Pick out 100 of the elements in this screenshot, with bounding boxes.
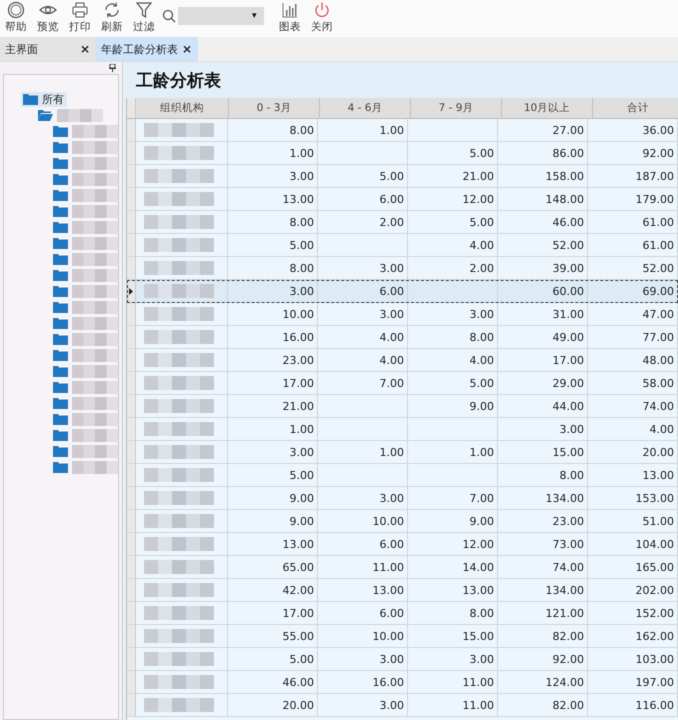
redaction-mosaic [72,460,118,474]
table-row[interactable]: 5.00 4.00 52.00 61.00 [127,234,678,257]
table-row[interactable]: 5.00 3.00 3.00 92.00 103.00 [127,648,678,671]
table-cell: 9.00 [470,400,494,412]
table-cell: 116.00 [636,698,674,712]
table-row[interactable]: 10.00 3.00 3.00 31.00 47.00 [127,303,678,326]
row-header-cell[interactable] [127,211,136,233]
close-icon[interactable]: × [80,42,90,56]
table-row[interactable]: 13.00 6.00 12.00 148.00 179.00 [127,188,678,211]
table-cell: 202.00 [636,584,674,596]
table-row[interactable]: 23.00 4.00 4.00 17.00 48.00 [127,349,678,372]
table-row[interactable]: 16.00 4.00 8.00 49.00 77.00 [127,326,678,349]
tab[interactable]: 主界面 × [0,37,96,61]
row-header-cell[interactable] [127,280,136,302]
row-header-cell[interactable] [127,510,136,532]
table-cell: 15.00 [552,446,584,458]
redaction-mosaic [72,284,118,298]
redaction-mosaic [144,652,214,666]
search-field[interactable]: ▾ [178,7,264,25]
row-header-cell[interactable] [127,119,136,141]
toolbar-button[interactable]: 关闭 [308,0,336,34]
table-cell: 134.00 [546,584,584,596]
row-header-cell[interactable] [127,694,136,716]
row-header-cell[interactable] [127,372,136,394]
row-header-cell[interactable] [127,165,136,187]
row-header-cell[interactable] [127,349,136,371]
table-cell: 5.00 [470,146,494,160]
row-header-cell[interactable] [127,188,136,210]
table-cell: 92.00 [552,652,584,666]
table-row[interactable]: 3.00 1.00 1.00 15.00 20.00 [127,441,678,464]
close-icon[interactable]: × [182,42,192,56]
table-row[interactable]: 9.00 10.00 9.00 23.00 51.00 [127,510,678,533]
table-row[interactable]: 1.00 5.00 86.00 92.00 [127,142,678,165]
column-header[interactable]: 7 - 9月 [411,98,502,118]
redaction-mosaic [57,108,103,122]
row-header-cell[interactable] [127,533,136,555]
table-row[interactable]: 17.00 6.00 8.00 121.00 152.00 [127,602,678,625]
table-row[interactable]: 9.00 3.00 7.00 134.00 153.00 [127,487,678,510]
tree-item[interactable]: 所有 [21,92,67,106]
row-header-cell[interactable] [127,556,136,578]
table-row[interactable]: 3.00 5.00 21.00 158.00 187.00 [127,165,678,188]
column-header[interactable]: 0 - 3月 [229,98,320,118]
redaction-mosaic [72,140,118,154]
table-row[interactable]: 8.00 2.00 5.00 46.00 61.00 [127,211,678,234]
row-header-cell[interactable] [127,326,136,348]
redaction-mosaic [144,445,214,459]
toolbar-button[interactable]: 图表 [276,0,304,34]
row-header-cell[interactable] [127,602,136,624]
table-cell: 1.00 [380,124,404,136]
redaction-mosaic [144,422,214,436]
row-header-cell[interactable] [127,418,136,440]
table-cell: 5.00 [380,170,404,182]
table-row[interactable]: 3.00 6.00 60.00 69.00 [127,280,678,303]
row-header-cell[interactable] [127,487,136,509]
toolbar-button[interactable]: 打印 [66,0,94,34]
row-header-cell[interactable] [127,257,136,279]
redaction-mosaic [144,123,214,137]
table-cell: 20.00 [282,698,314,712]
table-row[interactable]: 1.00 3.00 4.00 [127,418,678,441]
table-cell: 36.00 [642,124,674,136]
column-header[interactable]: 4 - 6月 [320,98,411,118]
table-cell: 15.00 [462,630,494,642]
row-header-cell[interactable] [127,671,136,693]
table-row[interactable]: 5.00 8.00 13.00 [127,464,678,487]
row-header-cell[interactable] [127,395,136,417]
row-header-cell[interactable] [127,142,136,164]
table-row[interactable]: 8.00 1.00 27.00 36.00 [127,119,678,142]
row-header-cell[interactable] [127,625,136,647]
table-cell: 5.00 [470,216,494,228]
dropdown-arrow[interactable]: ▾ [252,11,257,21]
pin-icon[interactable] [109,64,116,72]
tab[interactable]: 年龄工龄分析表 × [96,37,198,61]
column-header[interactable]: 合计 [593,98,678,118]
toolbar-button[interactable]: 预览 [34,0,62,34]
table-row[interactable]: 46.00 16.00 11.00 124.00 197.00 [127,671,678,694]
column-header[interactable]: 10月以上 [502,98,593,118]
row-header-cell[interactable] [127,441,136,463]
toolbar-button[interactable]: 过滤 [130,0,158,34]
table-row[interactable]: 42.00 13.00 13.00 134.00 202.00 [127,579,678,602]
redaction-mosaic [144,169,214,183]
toolbar-button[interactable]: 帮助 [2,0,30,34]
table-cell: 8.00 [290,262,314,274]
toolbar-button[interactable]: 刷新 [98,0,126,34]
table-cell: 10.00 [372,514,404,528]
table-row[interactable]: 55.00 10.00 15.00 82.00 162.00 [127,625,678,648]
refresh-icon [103,1,121,19]
redaction-mosaic [72,172,118,186]
row-header-cell[interactable] [127,648,136,670]
redaction-mosaic [72,236,118,250]
table-row[interactable]: 17.00 7.00 5.00 29.00 58.00 [127,372,678,395]
table-row[interactable]: 13.00 6.00 12.00 73.00 104.00 [127,533,678,556]
row-header-cell[interactable] [127,234,136,256]
row-header-cell[interactable] [127,303,136,325]
redaction-mosaic [144,261,214,275]
table-row[interactable]: 65.00 11.00 14.00 74.00 165.00 [127,556,678,579]
row-header-cell[interactable] [127,579,136,601]
row-header-cell[interactable] [127,464,136,486]
table-row[interactable]: 20.00 3.00 11.00 82.00 116.00 [127,694,678,717]
column-header[interactable]: 组织机构 [136,98,229,118]
table-row[interactable]: 21.00 9.00 44.00 74.00 [127,395,678,418]
